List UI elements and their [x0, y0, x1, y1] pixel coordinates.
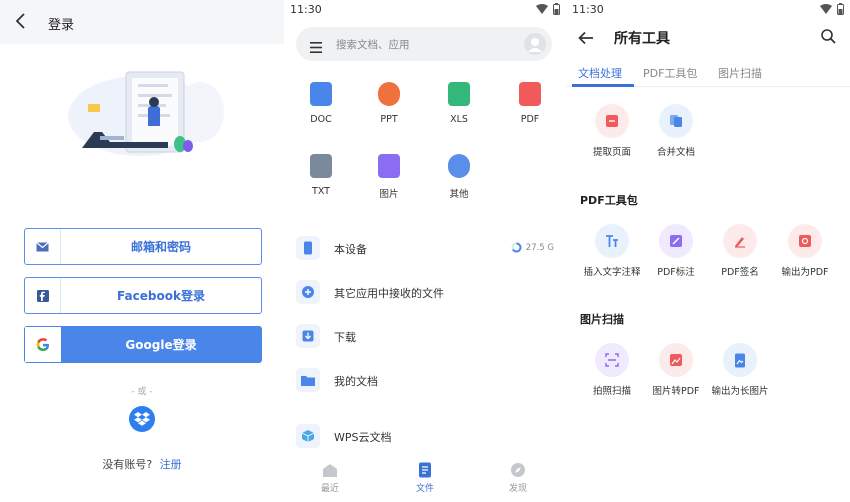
text-note-icon [595, 224, 629, 258]
battery-icon [553, 3, 560, 15]
status-bar: 11:30 [566, 0, 850, 20]
dropbox-icon[interactable] [129, 406, 155, 432]
login-screen: 登录 邮箱和密码 Facebook登录 Google登录 - 或 - 没有账号?… [0, 0, 284, 502]
location-received[interactable]: 其它应用中接收的文件 [296, 278, 554, 308]
more-icon [448, 154, 470, 178]
cloud-cube-icon [296, 424, 320, 448]
storage-ring-icon [511, 242, 522, 253]
login-title: 登录 [48, 18, 75, 33]
category-pdf[interactable]: PDF [505, 82, 555, 125]
folder-icon [296, 368, 320, 392]
tab-image-scan[interactable]: 图片扫描 [718, 65, 762, 81]
page-title: 所有工具 [614, 31, 670, 47]
email-login-button[interactable]: 邮箱和密码 [24, 228, 262, 265]
xls-icon [448, 82, 470, 106]
tool-merge-docs[interactable]: 合并文档 [636, 104, 716, 158]
search-icon[interactable] [821, 29, 836, 48]
location-my-docs[interactable]: 我的文档 [296, 366, 554, 396]
tools-screen: 11:30 所有工具 文档处理 PDF工具包 图片扫描 提取页面 合并文档 PD… [566, 0, 850, 502]
google-icon [25, 327, 61, 362]
export-pdf-icon [788, 224, 822, 258]
tool-export-pdf[interactable]: 输出为PDF [765, 224, 845, 278]
register-prompt: 没有账号? 注册 [0, 456, 284, 472]
category-image[interactable]: 图片 [364, 154, 414, 200]
status-bar: 11:30 [284, 0, 566, 20]
status-time: 11:30 [572, 3, 604, 16]
login-illustration [60, 64, 230, 164]
tool-export-long-image[interactable]: 输出为长图片 [700, 343, 780, 397]
nav-discover[interactable]: 发现 [488, 462, 548, 494]
google-login-label: Google登录 [125, 338, 197, 352]
category-other[interactable]: 其他 [434, 154, 484, 200]
nav-files[interactable]: 文件 [395, 462, 455, 494]
facebook-icon [25, 278, 61, 313]
nav-recent[interactable]: 最近 [300, 463, 360, 494]
register-link[interactable]: 注册 [160, 458, 182, 471]
facebook-login-label: Facebook登录 [117, 289, 205, 303]
ppt-icon [378, 82, 400, 106]
recent-icon [323, 464, 337, 477]
image-to-pdf-icon [659, 343, 693, 377]
menu-icon[interactable] [310, 38, 322, 57]
avatar[interactable] [524, 33, 546, 55]
facebook-login-button[interactable]: Facebook登录 [24, 277, 262, 314]
back-arrow-icon[interactable] [578, 30, 594, 49]
phone-icon [296, 236, 320, 260]
location-download[interactable]: 下载 [296, 322, 554, 352]
share-icon [296, 280, 320, 304]
download-icon [296, 324, 320, 348]
files-icon [419, 462, 431, 478]
status-time: 11:30 [290, 3, 322, 16]
category-ppt[interactable]: PPT [364, 82, 414, 125]
search-bar[interactable]: 搜索文档、应用 [296, 27, 552, 61]
annotate-icon [659, 224, 693, 258]
pdf-icon [519, 82, 541, 106]
merge-docs-icon [659, 104, 693, 138]
wifi-icon [536, 4, 548, 14]
image-icon [378, 154, 400, 178]
section-title-scan: 图片扫描 [580, 313, 624, 326]
bottom-nav: 最近 文件 发现 [284, 456, 566, 502]
search-placeholder: 搜索文档、应用 [336, 39, 410, 51]
category-doc[interactable]: DOC [296, 82, 346, 125]
email-login-label: 邮箱和密码 [130, 240, 191, 254]
category-xls[interactable]: XLS [434, 82, 484, 125]
mail-icon [25, 229, 61, 264]
battery-icon [837, 3, 844, 15]
section-title-pdf: PDF工具包 [580, 194, 638, 207]
storage-size: 27.5 G [525, 242, 554, 253]
extract-pages-icon [595, 104, 629, 138]
tab-doc-processing[interactable]: 文档处理 [578, 65, 622, 81]
compass-icon [511, 463, 525, 477]
tab-pdf-toolkit[interactable]: PDF工具包 [643, 65, 697, 81]
no-account-text: 没有账号? [102, 458, 153, 471]
login-header: 登录 [0, 0, 284, 44]
signature-icon [723, 224, 757, 258]
wifi-icon [820, 4, 832, 14]
files-screen: 11:30 搜索文档、应用 DOC PPT XLS PDF TXT 图片 其他 … [284, 0, 566, 502]
google-login-button[interactable]: Google登录 [24, 326, 262, 363]
scan-icon [595, 343, 629, 377]
location-wps-cloud[interactable]: WPS云文档 [296, 422, 554, 452]
or-separator: - 或 - [131, 387, 153, 397]
long-image-icon [723, 343, 757, 377]
txt-icon [310, 154, 332, 178]
back-arrow-icon[interactable] [14, 12, 28, 34]
tab-active-indicator [572, 84, 634, 87]
doc-icon [310, 82, 332, 106]
category-txt[interactable]: TXT [296, 154, 346, 197]
location-device[interactable]: 本设备 27.5 G [296, 234, 554, 264]
